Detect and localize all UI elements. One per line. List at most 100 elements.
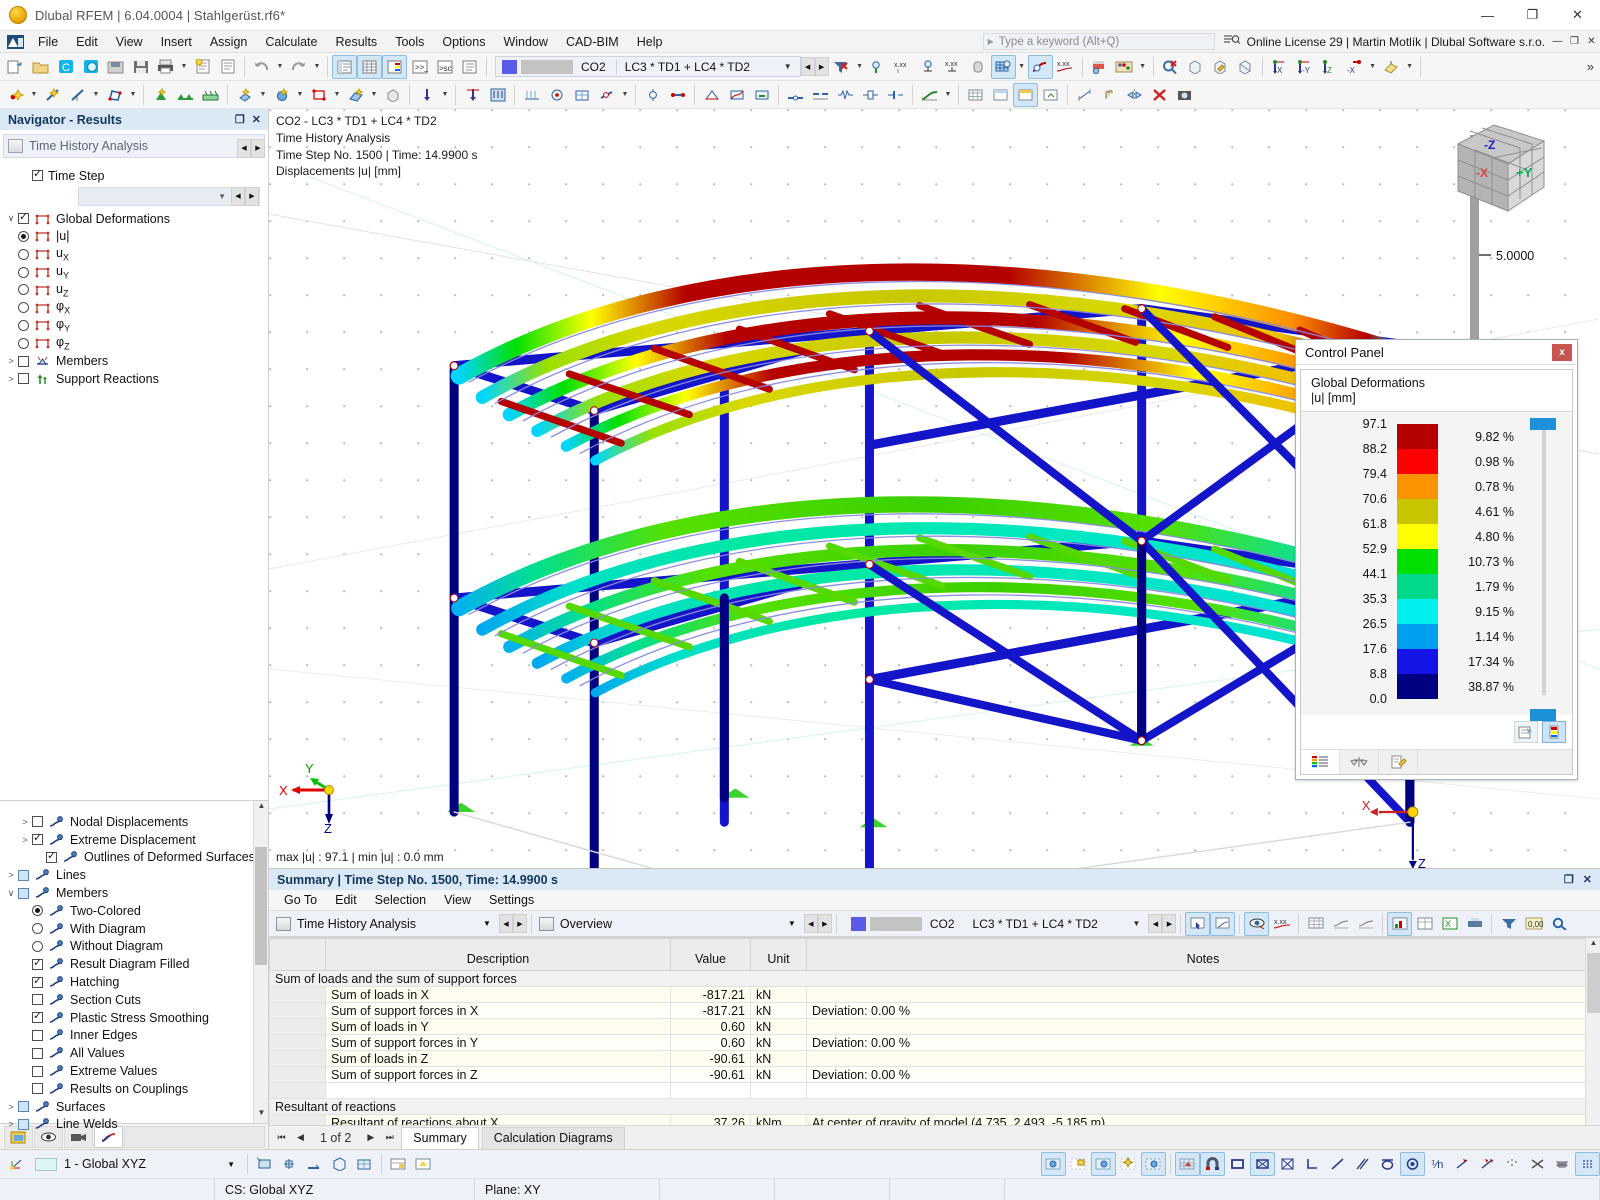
- legend-slider-rail[interactable]: [1542, 426, 1546, 695]
- doc-close-button[interactable]: ✕: [1583, 36, 1600, 47]
- rigid-link-icon[interactable]: [665, 83, 690, 107]
- nav-lower-item-9[interactable]: Hatching: [0, 973, 268, 991]
- new-solid-icon[interactable]: [269, 83, 294, 107]
- select-rows-icon[interactable]: [1185, 911, 1211, 936]
- view-along-neg-x-icon[interactable]: -X: [1342, 55, 1367, 79]
- nav-lower-item-15[interactable]: Results on Couplings: [0, 1080, 268, 1098]
- redo-icon[interactable]: [286, 55, 311, 79]
- model-viewport[interactable]: X Z CO2 - LC3 * TD1 + LC4 * TD2 Time His…: [269, 109, 1600, 868]
- node-results-icon[interactable]: [866, 55, 891, 79]
- mirror-icon[interactable]: [1122, 83, 1147, 107]
- nav-lower-item-16[interactable]: > Surfaces: [0, 1098, 268, 1116]
- navigator-restore-button[interactable]: ❐: [235, 113, 245, 126]
- menu-item-options[interactable]: Options: [433, 33, 494, 51]
- tree-expander-icon[interactable]: >: [18, 817, 32, 827]
- nav-lower-item-14[interactable]: Extreme Values: [0, 1062, 268, 1080]
- summary-view-next-button[interactable]: ▶: [817, 914, 832, 933]
- new-line-dropdown-icon[interactable]: ▼: [90, 83, 102, 107]
- scroll-up-arrow-icon[interactable]: ▲: [1586, 938, 1600, 953]
- render-dropdown-icon[interactable]: ▼: [1404, 55, 1416, 79]
- tree-expander-icon[interactable]: ∨: [4, 888, 18, 899]
- calculation-dropdown-icon[interactable]: ▼: [1137, 55, 1149, 79]
- surface-results-dropdown-icon[interactable]: ▼: [1016, 55, 1028, 79]
- table-view-icon[interactable]: [963, 83, 988, 107]
- cloud-globe-icon[interactable]: [78, 55, 103, 79]
- object-snap-icon[interactable]: [327, 1152, 352, 1176]
- deformation-radio[interactable]: [18, 230, 29, 242]
- render-mode-icon[interactable]: [1379, 55, 1404, 79]
- tree-expander-icon[interactable]: >: [4, 1102, 18, 1112]
- chevron-down-icon[interactable]: ▼: [227, 1160, 243, 1169]
- new-node-icon[interactable]: [3, 83, 28, 107]
- menu-item-edit[interactable]: Edit: [67, 33, 107, 51]
- chevron-down-icon[interactable]: ▼: [784, 62, 798, 71]
- dotted-snap-icon[interactable]: [1500, 1152, 1525, 1176]
- view-box-icon[interactable]: [1183, 55, 1208, 79]
- nav-lower-item-5[interactable]: Two-Colored: [0, 902, 268, 920]
- snap-grid-points-icon[interactable]: [1041, 1152, 1066, 1176]
- measure-icon[interactable]: [1072, 83, 1097, 107]
- option-checkbox[interactable]: [32, 1029, 43, 1041]
- summary-tab-calculation-diagrams[interactable]: Calculation Diagrams: [481, 1126, 625, 1149]
- option-checkbox[interactable]: [32, 1083, 43, 1095]
- edit-view-icon[interactable]: [1208, 55, 1233, 79]
- pager-prev-button[interactable]: ◀: [292, 1132, 309, 1143]
- nav-lower-item-8[interactable]: Result Diagram Filled: [0, 955, 268, 973]
- center-snap-icon[interactable]: [1400, 1152, 1425, 1176]
- column-header-notes[interactable]: Notes: [806, 938, 1600, 971]
- summary-table-container[interactable]: Description Value Unit Notes Sum of load…: [269, 937, 1600, 1125]
- load-case-prev-button[interactable]: ◀: [800, 57, 815, 76]
- snap-lines-icon[interactable]: [1091, 1152, 1116, 1176]
- new-block-icon[interactable]: [380, 83, 405, 107]
- option-checkbox[interactable]: [46, 849, 57, 863]
- legend-color-swatch[interactable]: [1397, 674, 1438, 699]
- legend-scale-button[interactable]: [1542, 721, 1566, 743]
- table-row[interactable]: Sum of loads in X -817.21 kN: [269, 986, 1600, 1003]
- menu-item-calculate[interactable]: Calculate: [256, 33, 326, 51]
- new-surface-load-icon[interactable]: [485, 83, 510, 107]
- report-icon[interactable]: [215, 55, 240, 79]
- script-console-icon[interactable]: >sc: [432, 55, 457, 79]
- select-area-icon[interactable]: [1210, 911, 1236, 936]
- support-results-icon[interactable]: [916, 55, 941, 79]
- nav-lower-item-1[interactable]: > Extreme Displacement: [0, 831, 268, 849]
- nav-lower-item-4[interactable]: ∨ Members: [0, 884, 268, 902]
- option-checkbox[interactable]: [32, 994, 43, 1006]
- coord-system-icon[interactable]: [4, 1152, 29, 1176]
- scroll-thumb[interactable]: [1587, 953, 1600, 1013]
- load-case-next-button[interactable]: ▶: [814, 57, 829, 76]
- support-reactions-checkbox[interactable]: [18, 373, 29, 385]
- summary-view-selector[interactable]: Overview ▼: [535, 913, 804, 934]
- new-nodal-load-icon[interactable]: [414, 83, 439, 107]
- legend-color-swatch[interactable]: [1397, 599, 1438, 624]
- tree-item-time-step[interactable]: Time Step: [0, 167, 268, 185]
- summary-view-prev-button[interactable]: ◀: [803, 914, 818, 933]
- legend-color-swatch[interactable]: [1397, 549, 1438, 574]
- doc-minimize-button[interactable]: —: [1549, 36, 1566, 47]
- deformation-radio[interactable]: [18, 284, 29, 296]
- tree-item-deformation-4[interactable]: φX: [0, 299, 268, 317]
- navigator-close-button[interactable]: ✕: [252, 113, 261, 126]
- scroll-up-arrow-icon[interactable]: ▲: [254, 801, 269, 816]
- dashpot-icon[interactable]: [858, 83, 883, 107]
- control-panel-tab-factors[interactable]: [1340, 750, 1379, 774]
- legend-color-swatch[interactable]: [1397, 524, 1438, 549]
- column-header-index[interactable]: [269, 938, 326, 971]
- tree-item-deformation-3[interactable]: uZ: [0, 281, 268, 299]
- grid-display-icon[interactable]: [1175, 1152, 1200, 1176]
- tree-item-deformation-6[interactable]: φZ: [0, 334, 268, 352]
- summary-menu-go-to[interactable]: Go To: [275, 892, 326, 908]
- snap-nodes-icon[interactable]: [1066, 1152, 1091, 1176]
- tree-item-support-reactions[interactable]: > Support Reactions: [0, 370, 268, 388]
- pager-last-button[interactable]: ⏭: [381, 1132, 398, 1143]
- tree-item-members[interactable]: > Members: [0, 352, 268, 370]
- option-checkbox[interactable]: [18, 887, 29, 899]
- deformation-radio[interactable]: [18, 319, 29, 331]
- time-step-next-button[interactable]: ▶: [245, 186, 259, 206]
- legend-color-swatch[interactable]: [1397, 474, 1438, 499]
- option-checkbox[interactable]: [32, 974, 43, 988]
- new-member-icon[interactable]: [232, 83, 257, 107]
- table-row[interactable]: Sum of support forces in X -817.21 kN Devia…: [269, 1002, 1600, 1019]
- nav-lower-item-13[interactable]: All Values: [0, 1044, 268, 1062]
- tree-item-deformation-0[interactable]: |u|: [0, 228, 268, 246]
